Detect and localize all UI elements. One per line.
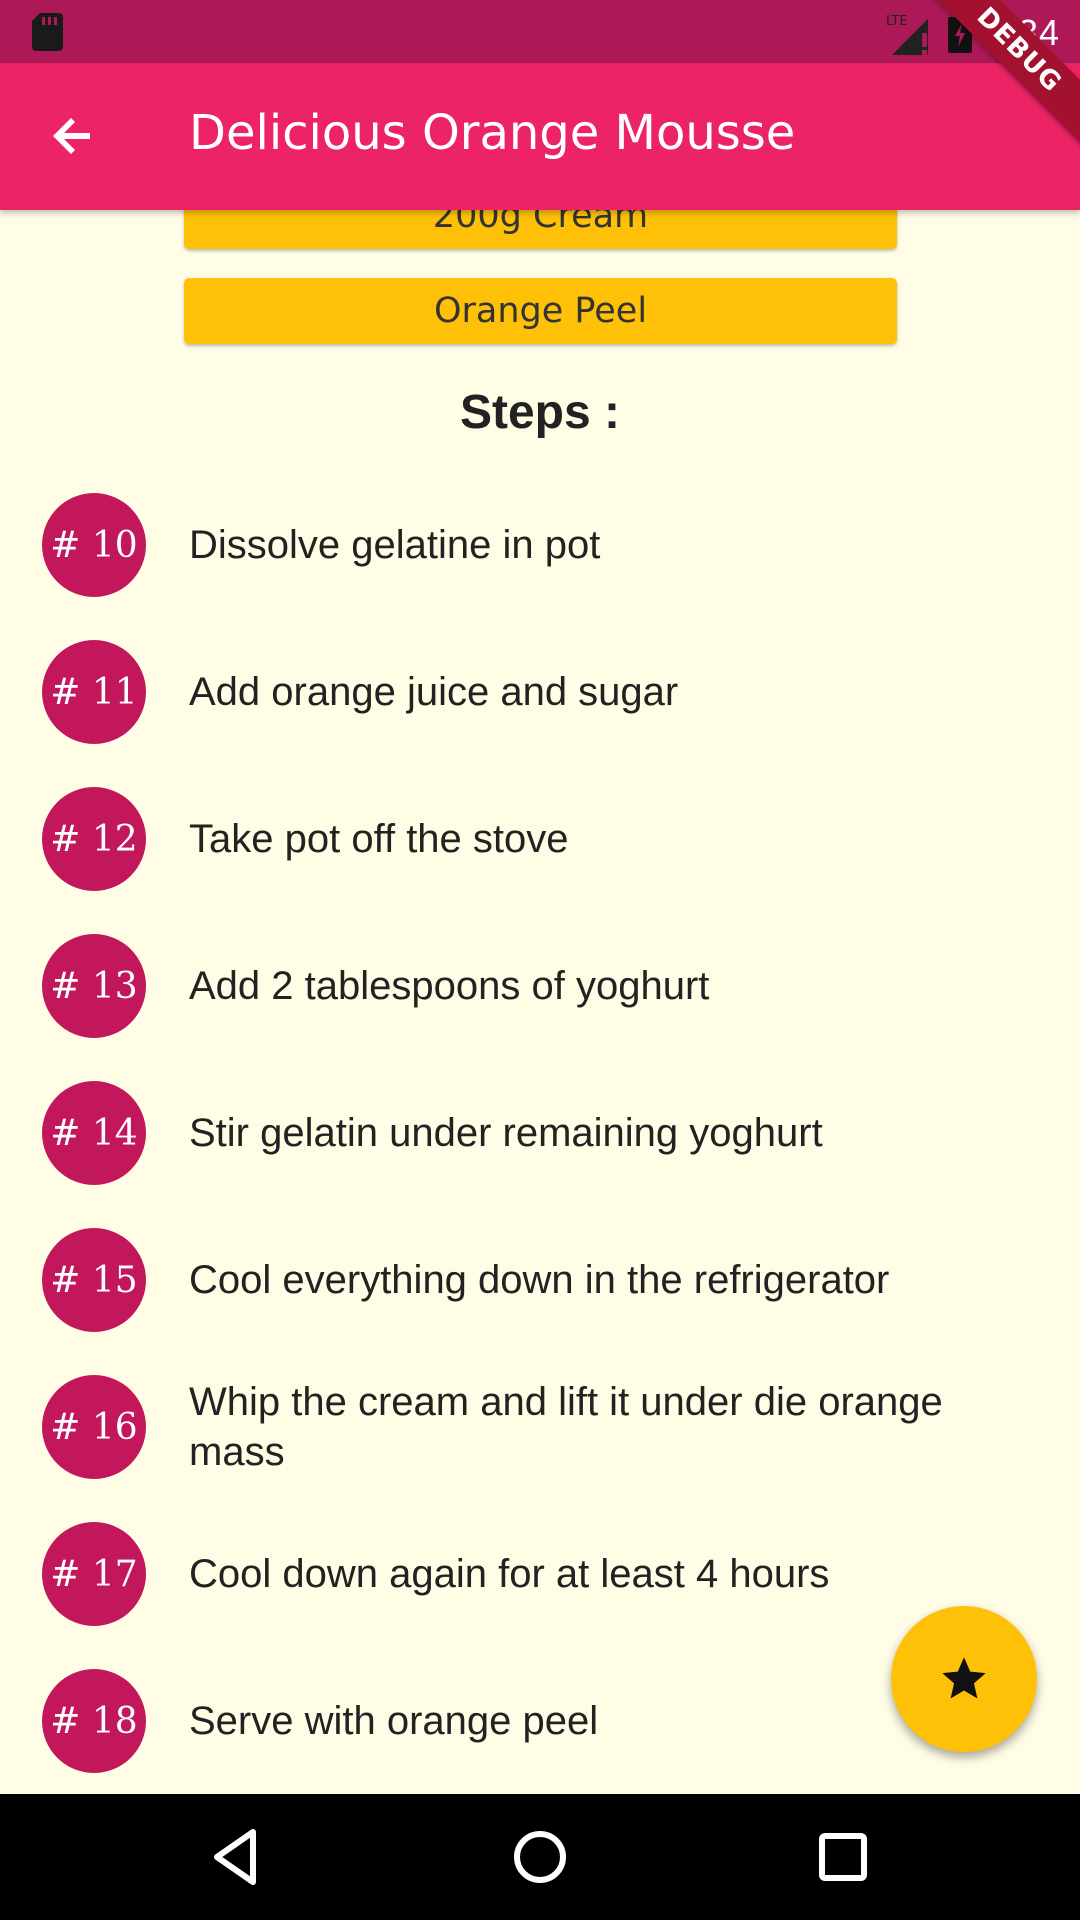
status-bar: LTE 2:34 [0,0,1080,63]
step-number-badge: # 17 [42,1522,146,1626]
favorite-fab-button[interactable] [891,1606,1037,1752]
step-number-badge: # 18 [42,1669,146,1773]
nav-recents-icon[interactable] [810,1824,876,1890]
steps-heading: Steps : [459,386,621,439]
step-number-badge: # 16 [42,1375,146,1479]
step-row: # 14 Stir gelatin under remaining yoghur… [0,1081,1080,1185]
app-bar: Delicious Orange Mousse [0,63,1080,210]
nav-back-icon[interactable] [203,1824,269,1890]
signal-lte-icon: LTE [886,14,928,55]
step-row: # 11 Add orange juice and sugar [0,640,1080,744]
step-text: Add orange juice and sugar [189,670,679,714]
system-nav-bar [0,1794,1080,1920]
nav-home-icon[interactable] [507,1824,573,1890]
arrow-back-icon[interactable] [48,111,98,161]
step-text: Take pot off the stove [189,817,569,861]
step-text: Dissolve gelatine in pot [189,523,601,567]
step-number-badge: # 11 [42,640,146,744]
ingredient-item[interactable]: Orange Peel [184,278,897,344]
step-row: # 10 Dissolve gelatine in pot [0,493,1080,597]
step-text: Stir gelatin under remaining yoghurt [189,1111,823,1155]
step-number-badge: # 14 [42,1081,146,1185]
step-row: # 13 Add 2 tablespoons of yoghurt [0,934,1080,1038]
sd-card-icon [32,13,63,51]
step-number-badge: # 12 [42,787,146,891]
step-text: Add 2 tablespoons of yoghurt [189,964,710,1008]
step-number-badge: # 10 [42,493,146,597]
step-row: # 17 Cool down again for at least 4 hour… [0,1522,1080,1626]
step-number-badge: # 13 [42,934,146,1038]
step-text: Cool down again for at least 4 hours [189,1552,830,1596]
step-number-badge: # 15 [42,1228,146,1332]
network-label: LTE [886,14,908,29]
page-title: Delicious Orange Mousse [189,105,796,161]
step-row: # 15 Cool everything down in the refrige… [0,1228,1080,1332]
step-text: Cool everything down in the refrigerator [189,1258,890,1302]
step-row: # 16 Whip the cream and lift it under di… [0,1375,1080,1479]
step-text: Whip the cream and lift it under die ora… [189,1380,943,1474]
step-text: Serve with orange peel [189,1699,599,1743]
step-row: # 12 Take pot off the stove [0,787,1080,891]
recipe-content: 200g Cream Orange Peel Steps : # 10 Diss… [0,0,1080,1794]
star-icon [942,1657,986,1699]
